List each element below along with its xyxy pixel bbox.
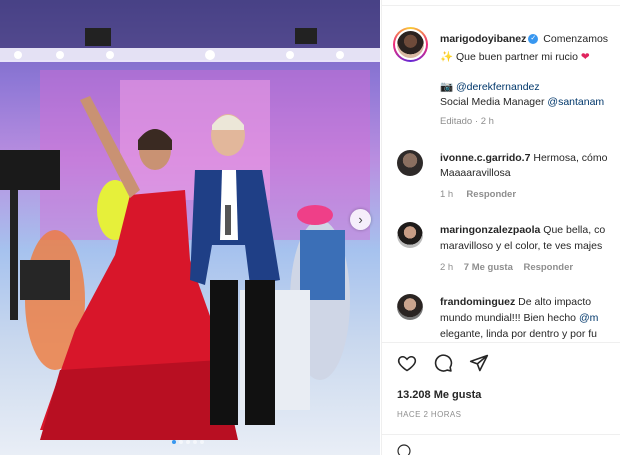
verified-badge-icon: ✓ [528,33,539,44]
caption-line-4: Social Media Manager @santanam [440,96,604,108]
comment-input-divider [382,434,620,435]
carousel-dot [172,440,176,444]
comment-username[interactable]: maringonzalezpaola [440,224,540,236]
comment-meta: 2 h 7 Me gusta Responder [440,262,573,273]
comment-line: ivonne.c.garrido.7 Hermosa, cómo [440,152,607,164]
carousel-dot [179,440,183,444]
stage-photo [0,0,380,440]
likes-count[interactable]: 13.208 Me gusta [397,389,481,401]
carousel-dot [186,440,190,444]
comment-meta: 1 h Responder [440,189,516,200]
comment-text-continued: mundo mundial!!! Bien hecho [440,312,577,324]
like-button[interactable] [396,352,418,374]
chevron-right-icon: › [358,212,363,227]
post-timestamp[interactable]: HACE 2 HORAS [397,410,461,419]
comment-username[interactable]: frandominguez [440,296,515,308]
sparkles-icon: ✨ [440,51,454,63]
emoji-button[interactable] [396,443,412,455]
comment-button[interactable] [432,352,454,374]
comment-text-continued: elegante, linda por dentro y por fu [440,328,598,340]
reply-button[interactable]: Responder [466,189,516,200]
camera-emoji-icon: 📷 [440,81,454,93]
comment-text-continued: Maaaaravillosa [440,167,511,179]
credit-prefix: Social Media Manager [440,96,545,108]
comment-text: De alto impacto [518,296,592,308]
comment-text: Hermosa, cómo [533,152,608,164]
caption-line-1: marigodoyibanez ✓ Comenzamos [440,33,608,45]
commenter-avatar[interactable] [397,222,423,248]
reply-button[interactable]: Responder [523,262,573,273]
send-icon [469,354,489,372]
edited-age: 2 h [480,116,494,127]
smiley-icon [397,444,411,455]
caption-text: Que buen partner mi rucio [456,51,578,63]
edited-label: Editado [440,116,473,127]
comment-mention[interactable]: @m [579,312,598,324]
caption-line-3: 📷 @derekfernandez [440,80,540,93]
share-button[interactable] [468,352,490,374]
comment-line: frandominguez De alto impacto [440,296,591,308]
edited-meta: Editado · 2 h [440,116,494,127]
comments-panel: marigodoyibanez ✓ Comenzamos ✨ Que buen p… [381,0,620,455]
carousel-dot [200,440,204,444]
credit-mention-link[interactable]: @santanam [547,96,604,108]
carousel-dot [193,440,197,444]
panel-divider [382,0,620,6]
heart-emoji-icon: ❤ [580,51,590,63]
comment-text: Que bella, co [543,224,606,236]
comment-line-2: mundo mundial!!! Bien hecho @m [440,312,598,324]
comment-line: maringonzalezpaola Que bella, co [440,224,605,236]
caption-line-2: ✨ Que buen partner mi rucio ❤ [440,50,590,63]
next-media-button[interactable]: › [350,209,371,230]
heart-icon [397,355,417,372]
comment-username[interactable]: ivonne.c.garrido.7 [440,152,530,164]
post-media[interactable]: › [0,0,380,455]
actions-divider [382,342,620,343]
comment-icon [434,354,453,372]
carousel-indicator [172,440,204,444]
comment-age: 1 h [440,189,454,200]
comment-likes[interactable]: 7 Me gusta [464,262,513,273]
mention-link[interactable]: @derekfernandez [456,81,540,93]
action-bar [396,352,490,374]
comment-age: 2 h [440,262,454,273]
commenter-avatar[interactable] [397,294,423,320]
comment-text-continued: maravilloso y el color, te ves majes [440,240,603,252]
author-avatar[interactable] [393,27,428,62]
caption-start: Comenzamos [543,33,609,45]
author-username[interactable]: marigodoyibanez [440,33,526,45]
commenter-avatar[interactable] [397,150,423,176]
